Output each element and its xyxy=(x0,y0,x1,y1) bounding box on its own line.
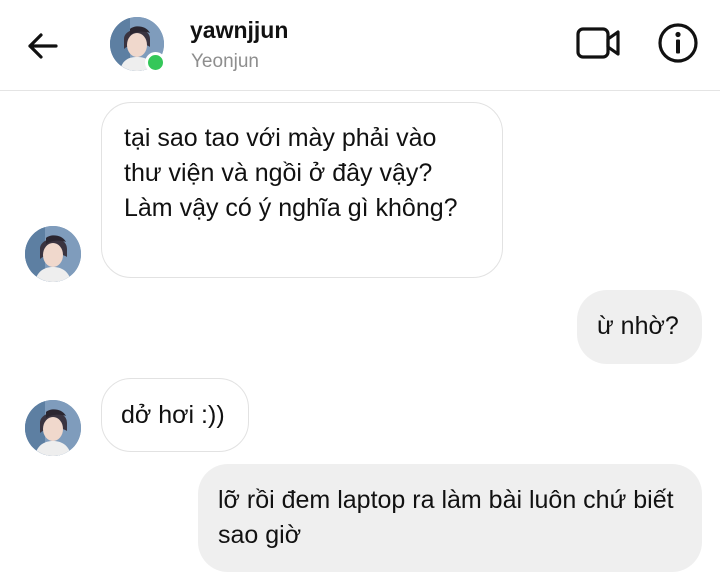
message-bubble-outgoing[interactable]: ừ nhờ? xyxy=(577,290,702,364)
arrow-left-icon xyxy=(28,33,58,59)
info-icon xyxy=(658,23,698,63)
online-status-indicator xyxy=(145,52,166,73)
video-call-button[interactable] xyxy=(574,24,622,62)
sender-avatar[interactable] xyxy=(25,226,81,282)
message-bubble-outgoing[interactable]: lỡ rồi đem laptop ra làm bài luôn chứ bi… xyxy=(198,464,702,572)
conversation-info-button[interactable] xyxy=(657,22,699,64)
sender-avatar[interactable] xyxy=(25,400,81,456)
message-bubble-incoming[interactable]: dở hơi :)) xyxy=(101,378,249,452)
message-bubble-incoming[interactable]: tại sao tao với mày phải vào thư viện và… xyxy=(101,102,503,278)
back-button[interactable] xyxy=(22,26,62,66)
video-camera-icon xyxy=(576,27,620,59)
contact-username[interactable]: yawnjjun xyxy=(190,17,288,44)
contact-display-name: Yeonjun xyxy=(191,51,259,72)
chat-header: yawnjjun Yeonjun xyxy=(0,0,720,91)
